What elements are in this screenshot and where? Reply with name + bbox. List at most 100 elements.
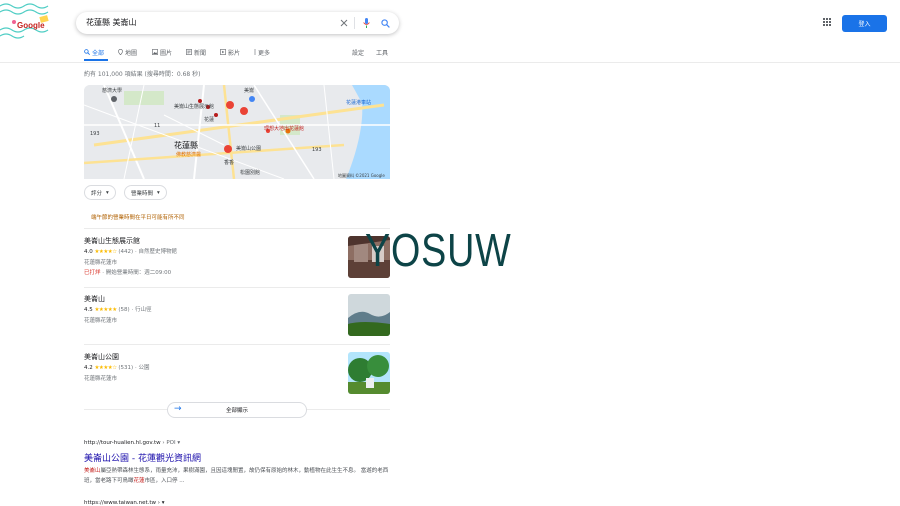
holiday-hours-notice: 端午節的營業時間在平日可能有所不同 xyxy=(91,215,185,221)
place-rating-line: 4.0 ★★★★☆ (442) · 自然歷史博物館 xyxy=(84,249,177,255)
video-icon xyxy=(220,49,226,55)
tab-maps[interactable]: 地圖 xyxy=(118,46,137,58)
local-map[interactable]: 慈濟大學 美崙山生態展示館 美崙 花蓮港車站 理想大地出花蓮館 花蓮 花蓮縣 美… xyxy=(84,85,390,179)
result-domain: http://tour-hualien.hl.gov.tw xyxy=(84,440,161,446)
map-label-museum: 美崙山生態展示館 xyxy=(174,104,215,110)
filter-label: 評分 xyxy=(91,190,103,197)
microphone-icon[interactable] xyxy=(360,16,372,30)
rating-value: 4.0 xyxy=(84,249,93,255)
place-item[interactable]: 美崙山公園 4.2 ★★★★☆ (531) · 公園 花蓮縣花蓮市 xyxy=(84,352,390,406)
place-item[interactable]: 美崙山 4.5 ★★★★★ (58) · 行山徑 花蓮縣花蓮市 xyxy=(84,294,390,348)
map-label-hualien: 花蓮 xyxy=(204,117,215,123)
place-thumbnail[interactable] xyxy=(348,352,390,394)
google-doodle-logo[interactable]: Google xyxy=(0,0,66,40)
result-menu-icon[interactable]: ▾ xyxy=(162,500,165,506)
place-category: 自然歷史博物館 xyxy=(138,249,177,255)
map-road-label: 193 xyxy=(90,131,100,137)
map-label-meilun: 美崙 xyxy=(244,88,255,94)
tab-label: 影片 xyxy=(228,49,241,57)
place-category: 公園 xyxy=(138,365,150,371)
arrow-right-icon: → xyxy=(174,404,182,414)
result-snippet: 美崙山屬亞熱帶森林生態系，雨量充沛，果樹滿園，且因這塊閒置，故仍保有原始的林木，… xyxy=(84,468,389,484)
rating-value: 4.5 xyxy=(84,307,93,313)
map-pin-icon xyxy=(118,49,123,55)
opening-hours: 開始營業時間：週二09:00 xyxy=(105,270,172,276)
map-label-county: 花蓮縣 xyxy=(174,141,198,150)
result-url[interactable]: https://www.taiwan.net.tw › ▾ xyxy=(84,500,165,506)
hours-filter[interactable]: 營業時間 ▾ xyxy=(124,185,167,200)
review-count: (531) xyxy=(118,365,134,371)
search-divider xyxy=(354,17,355,29)
header-divider xyxy=(0,62,900,63)
filter-label: 營業時間 xyxy=(131,190,154,197)
place-name[interactable]: 美崙山公園 xyxy=(84,352,119,362)
clear-icon[interactable] xyxy=(338,17,350,29)
logo-text: Google xyxy=(17,21,45,30)
tab-images[interactable]: 圖片 xyxy=(152,46,172,58)
result-url[interactable]: http://tour-hualien.hl.gov.tw › POI ▾ xyxy=(84,440,180,446)
show-all-label: 全部顯示 xyxy=(225,408,248,414)
more-vert-icon xyxy=(254,49,256,55)
map-copyright: 地圖資料 ©2021 Google xyxy=(338,173,385,178)
tab-news[interactable]: 新聞 xyxy=(186,46,206,58)
image-icon xyxy=(152,49,158,55)
map-canvas xyxy=(84,85,390,179)
map-label-square: 松園別館 xyxy=(240,170,261,176)
map-label-temple2: 香香 xyxy=(224,160,235,166)
show-all-places-button[interactable]: → 全部顯示 xyxy=(167,402,307,418)
divider xyxy=(84,287,390,288)
place-item[interactable]: 美崙山生態展示館 4.0 ★★★★☆ (442) · 自然歷史博物館 花蓮縣花蓮… xyxy=(84,236,390,290)
review-count: (442) xyxy=(118,249,134,255)
dropdown-arrow-icon: ▾ xyxy=(157,189,160,196)
news-icon xyxy=(186,49,192,55)
apps-grid-icon[interactable] xyxy=(823,18,831,26)
tab-videos[interactable]: 影片 xyxy=(220,46,240,58)
place-hours: 已打烊 · 開始營業時間：週二09:00 xyxy=(84,270,172,276)
place-address: 花蓮縣花蓮市 xyxy=(84,318,118,324)
place-address: 花蓮縣花蓮市 xyxy=(84,376,118,382)
tab-label: 地圖 xyxy=(125,49,138,57)
active-tab-indicator xyxy=(84,59,108,61)
tab-label: 新聞 xyxy=(194,49,207,57)
place-rating-line: 4.5 ★★★★★ (58) · 行山徑 xyxy=(84,307,152,313)
search-box[interactable]: 花蓮縣 美崙山 xyxy=(76,12,399,34)
place-thumbnail[interactable] xyxy=(348,294,390,336)
watermark: YOSUW xyxy=(365,224,512,276)
map-label-campus: 慈濟大學 xyxy=(102,88,123,94)
place-rating-line: 4.2 ★★★★☆ (531) · 公園 xyxy=(84,365,150,371)
tab-label: 圖片 xyxy=(160,49,173,57)
star-rating-icon: ★★★★☆ xyxy=(94,365,118,371)
result-title[interactable]: 美崙山公園 - 花蓮觀光資訊網 xyxy=(84,451,201,464)
result-stats: 約有 101,000 項結果 (搜尋時間：0.68 秒) xyxy=(84,71,201,78)
settings-link[interactable]: 設定 xyxy=(352,46,364,58)
place-address: 花蓮縣花蓮市 xyxy=(84,260,118,266)
place-category: 行山徑 xyxy=(134,307,152,313)
rating-filter[interactable]: 評分 ▾ xyxy=(84,185,116,200)
tab-all[interactable]: 全部 xyxy=(84,46,104,58)
search-icon xyxy=(84,49,90,55)
result-menu-icon[interactable]: ▾ xyxy=(177,440,180,446)
divider xyxy=(84,344,390,345)
map-label-station: 花蓮港車站 xyxy=(346,100,372,106)
doodle-wave-icon xyxy=(0,3,49,39)
divider xyxy=(84,228,390,229)
tab-label: 更多 xyxy=(258,49,271,57)
search-icon[interactable] xyxy=(378,16,392,30)
search-input[interactable]: 花蓮縣 美崙山 xyxy=(86,17,137,28)
map-road-label: 193 xyxy=(312,147,322,153)
tools-link[interactable]: 工具 xyxy=(376,46,388,58)
place-name[interactable]: 美崙山生態展示館 xyxy=(84,236,140,246)
tab-more[interactable]: 更多 xyxy=(254,46,270,58)
search-tabs: 全部 地圖 圖片 新聞 影片 更多 設定 工具 xyxy=(84,46,390,61)
map-label-temple: 佛教慈濟醫 xyxy=(176,152,202,158)
closed-status: 已打烊 xyxy=(84,270,101,276)
place-name[interactable]: 美崙山 xyxy=(84,294,105,304)
login-button[interactable]: 登入 xyxy=(842,15,887,32)
map-road-label: 11 xyxy=(154,123,161,129)
result-domain: https://www.taiwan.net.tw xyxy=(84,500,157,506)
map-label-park: 美崙山公園 xyxy=(236,146,262,152)
rating-value: 4.2 xyxy=(84,365,93,371)
dropdown-arrow-icon: ▾ xyxy=(106,189,109,196)
star-rating-icon: ★★★★☆ xyxy=(94,249,118,255)
review-count: (58) xyxy=(118,307,130,313)
